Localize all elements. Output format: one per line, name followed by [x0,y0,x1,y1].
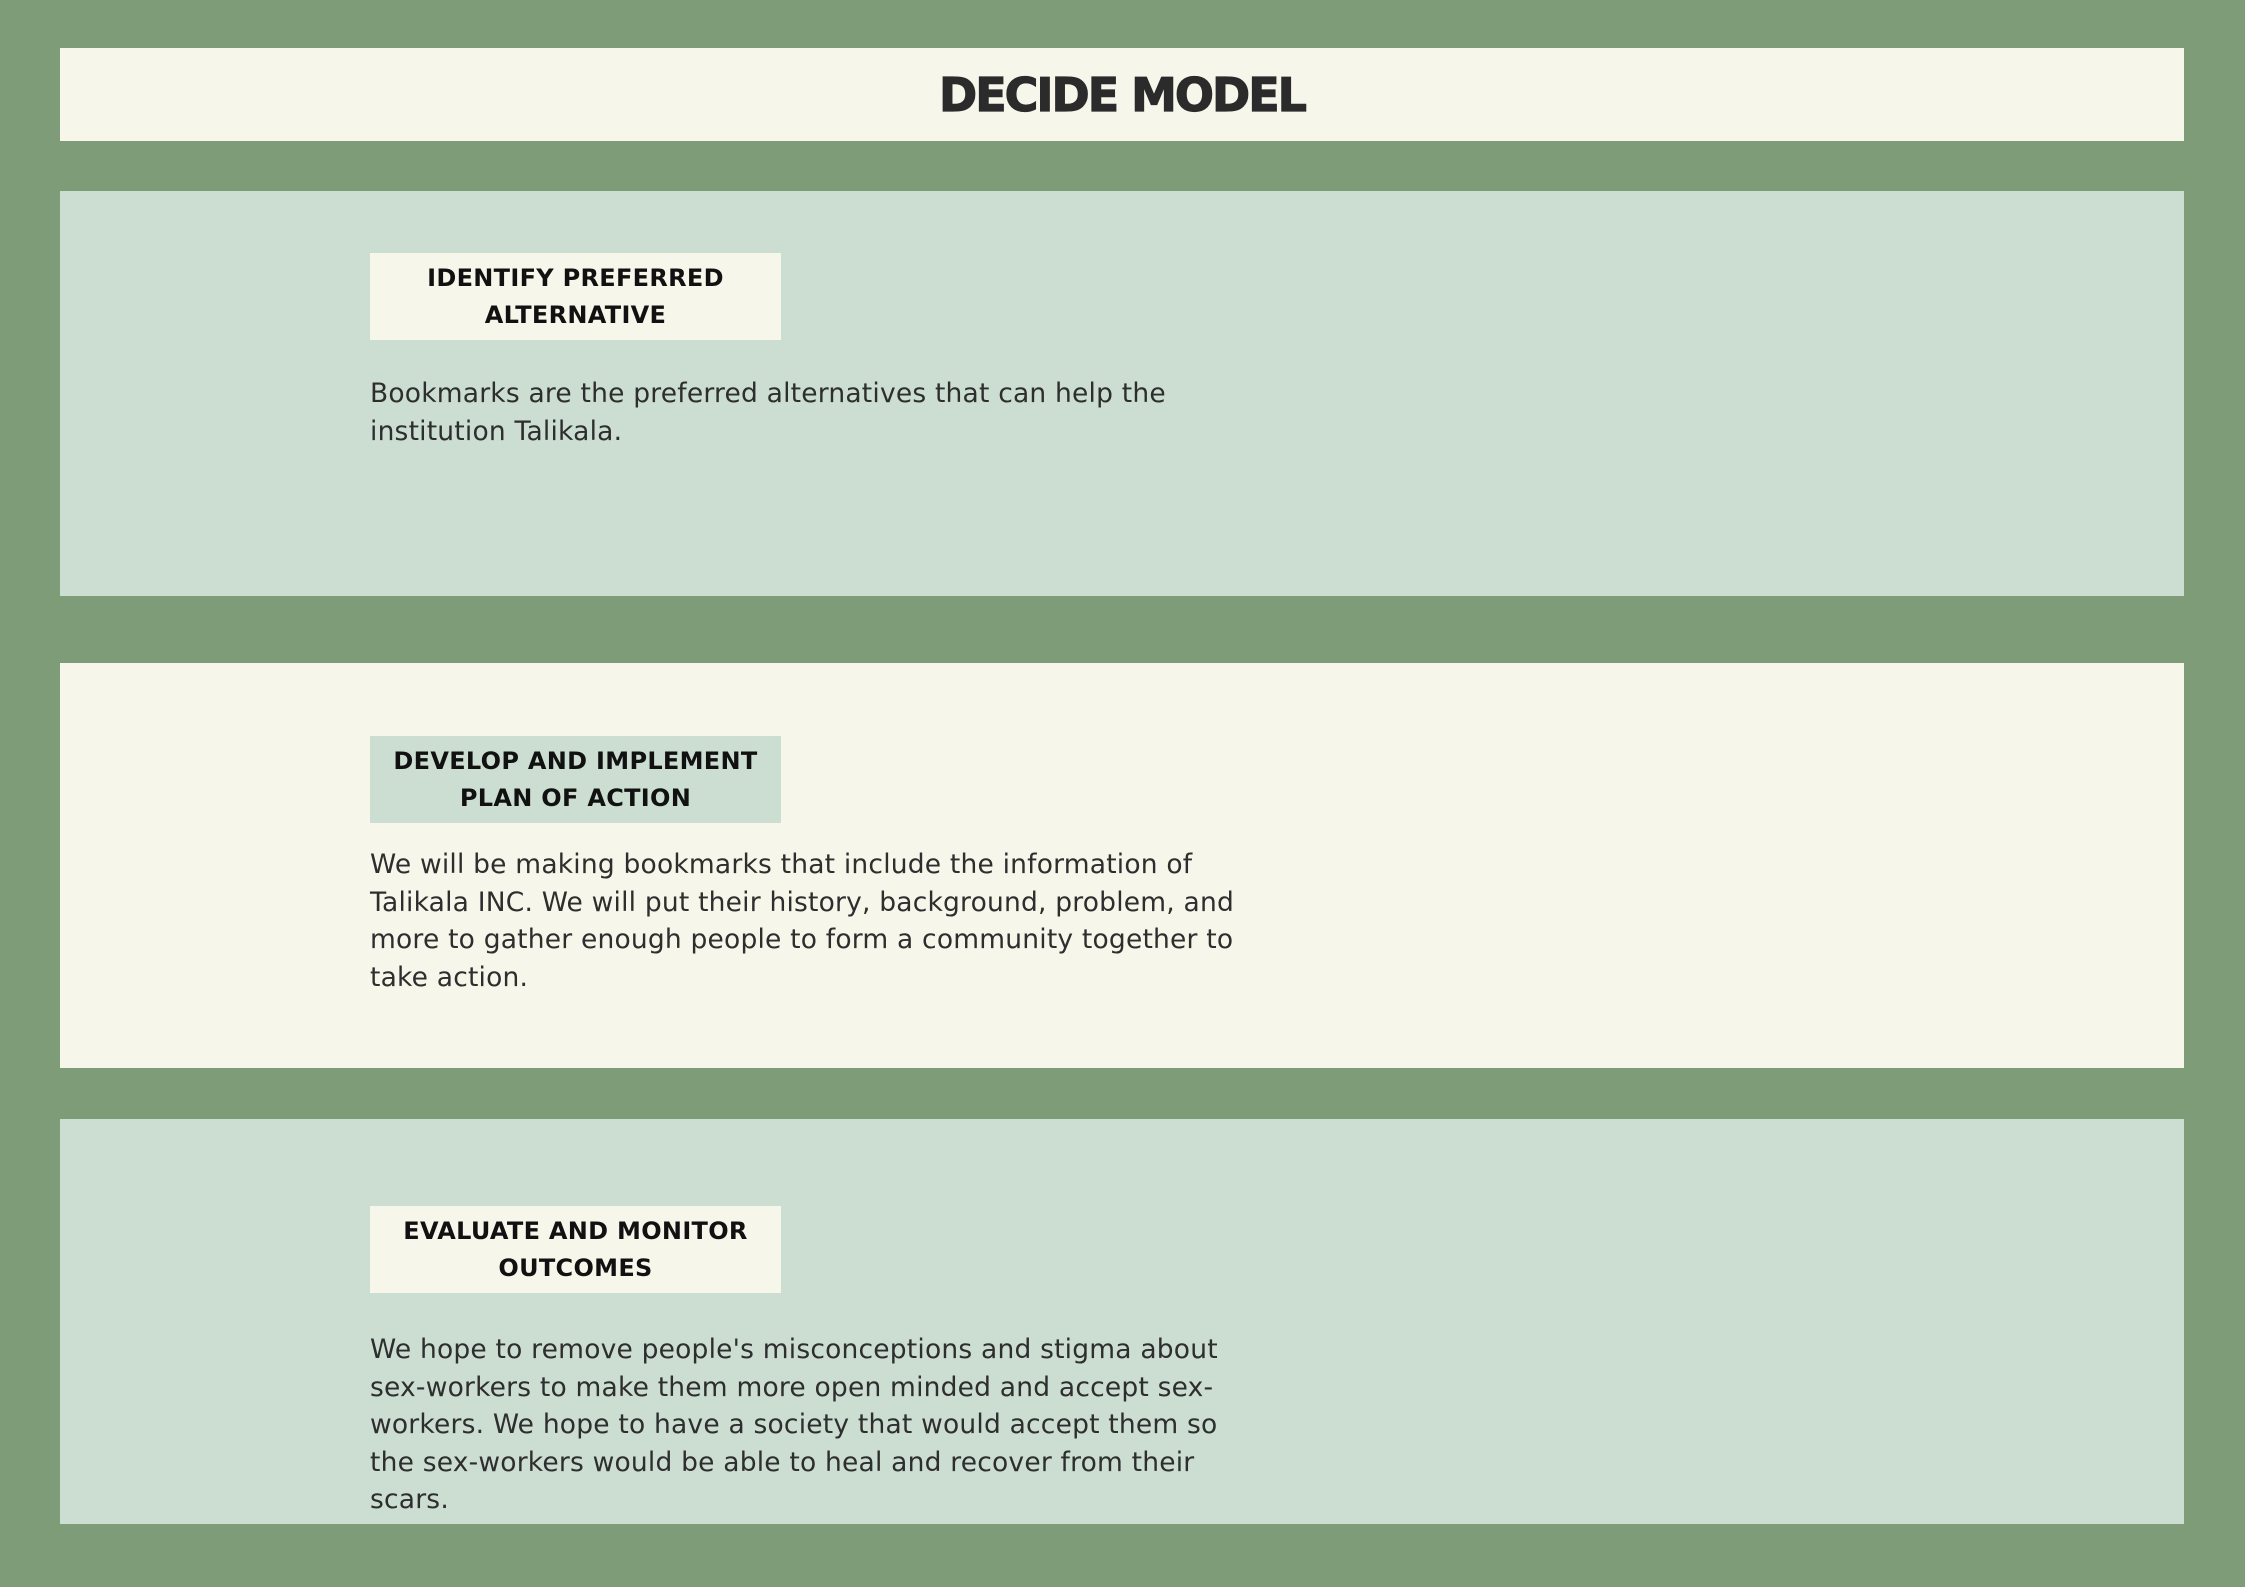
section-heading-box: DEVELOP AND IMPLEMENT PLAN OF ACTION [370,736,781,823]
page-title: DECIDE MODEL [938,67,1307,122]
section-heading: IDENTIFY PREFERRED ALTERNATIVE [427,263,724,329]
section-evaluate-and-monitor-outcomes: EVALUATE AND MONITOR OUTCOMES We hope to… [60,1119,2184,1524]
section-heading-box: IDENTIFY PREFERRED ALTERNATIVE [370,253,781,340]
section-body: We hope to remove people's misconception… [370,1334,1218,1515]
section-heading: DEVELOP AND IMPLEMENT PLAN OF ACTION [393,746,758,812]
title-banner: DECIDE MODEL [60,48,2184,141]
section-heading: EVALUATE AND MONITOR OUTCOMES [403,1216,748,1282]
section-identify-preferred-alternative: IDENTIFY PREFERRED ALTERNATIVE Bookmarks… [60,191,2184,596]
section-body: We will be making bookmarks that include… [370,849,1234,993]
section-heading-box: EVALUATE AND MONITOR OUTCOMES [370,1206,781,1293]
section-develop-and-implement-plan: DEVELOP AND IMPLEMENT PLAN OF ACTION We … [60,663,2184,1068]
section-body: Bookmarks are the preferred alternatives… [370,378,1166,447]
